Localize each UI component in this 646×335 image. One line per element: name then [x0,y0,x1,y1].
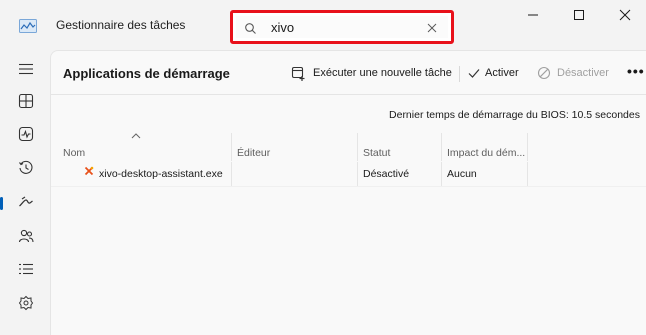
column-header-publisher[interactable]: Éditeur [237,147,270,159]
search-value[interactable]: xivo [271,20,294,35]
enable-label: Activer [485,67,519,79]
search-icon [245,23,256,34]
close-button[interactable] [602,0,646,34]
column-separator[interactable] [527,133,528,161]
run-new-task-icon [291,66,305,81]
main-panel: Applications de démarrage Exécuter une n… [50,50,646,335]
task-manager-app-icon [19,19,37,33]
disable-label: Désactiver [557,67,609,79]
maximize-icon [574,10,584,20]
processes-icon [18,93,34,109]
title-bar: Gestionnaire des tâches xivo [0,0,646,50]
table-header: Nom Éditeur Statut Impact du dém... [51,131,646,161]
menu-icon [19,63,33,75]
run-new-task-button[interactable]: Exécuter une nouvelle tâche [291,62,452,86]
users-icon [18,229,34,243]
app-file-icon [84,166,94,176]
menu-button[interactable] [9,58,45,82]
performance-icon [18,126,34,142]
more-options-button[interactable]: ••• [625,62,645,86]
sidebar-item-users[interactable] [9,225,45,249]
row-divider [51,186,646,187]
column-header-startup-impact[interactable]: Impact du dém... [447,147,525,159]
selected-indicator [0,197,3,210]
cell-name: xivo-desktop-assistant.exe [99,168,223,180]
details-icon [19,263,33,275]
sidebar-item-performance[interactable] [9,123,45,147]
row-column-separator [231,162,232,186]
toolbar-separator [459,66,460,82]
sort-ascending-icon [131,133,141,139]
sidebar-item-details[interactable] [9,258,45,282]
services-icon [18,295,34,311]
header-divider [51,94,646,95]
sidebar-item-app-history[interactable] [9,157,45,181]
app-history-icon [19,160,33,174]
sidebar-item-processes[interactable] [9,90,45,114]
cell-impact: Aucun [447,168,477,180]
checkmark-icon [468,69,480,78]
enable-button[interactable]: Activer [467,62,527,86]
bios-startup-time: Dernier temps de démarrage du BIOS: 10.5… [389,109,640,121]
sidebar-nav [0,50,50,335]
table-row[interactable]: xivo-desktop-assistant.exe Désactivé Auc… [51,162,646,187]
sidebar-item-startup-apps[interactable] [0,191,45,215]
maximize-button[interactable] [556,0,602,34]
search-highlight-box: xivo [230,10,454,44]
clear-search-icon[interactable] [426,22,438,34]
search-input[interactable]: xivo [236,16,448,38]
more-options-icon: ••• [627,63,645,79]
minimize-button[interactable] [510,0,556,34]
page-title: Applications de démarrage [63,66,230,81]
disable-icon [537,66,551,80]
column-header-status[interactable]: Statut [363,147,390,159]
column-separator[interactable] [357,133,358,161]
cell-status: Désactivé [363,168,410,180]
minimize-icon [528,14,538,16]
column-header-name[interactable]: Nom [63,147,85,159]
row-column-separator [357,162,358,186]
close-icon [619,9,631,21]
sidebar-item-services[interactable] [9,292,45,316]
disable-button[interactable]: Désactiver [537,62,617,86]
app-title: Gestionnaire des tâches [56,18,186,32]
column-separator[interactable] [441,133,442,161]
run-new-task-label: Exécuter une nouvelle tâche [313,67,452,79]
column-separator[interactable] [231,133,232,161]
startup-apps-icon [19,196,33,207]
row-column-separator [441,162,442,186]
row-column-separator [527,162,528,186]
